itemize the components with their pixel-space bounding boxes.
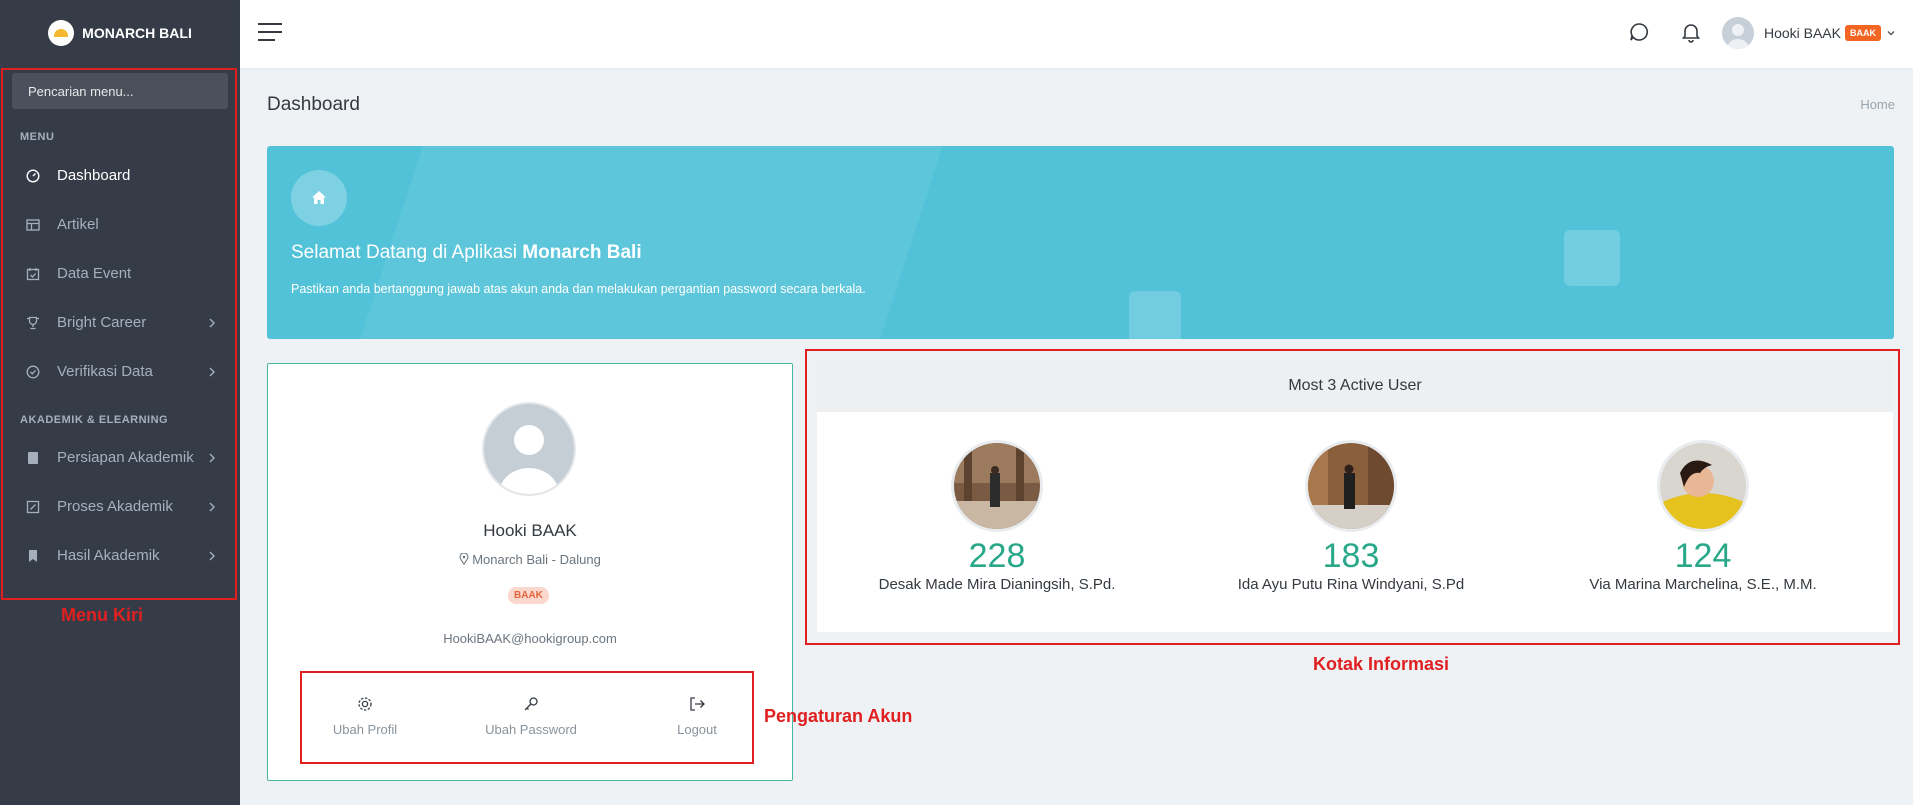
banner-title-brand: Monarch Bali [522, 242, 642, 263]
role-badge: BAAK [1845, 25, 1881, 41]
avatar [1721, 17, 1754, 49]
map-pin-icon [459, 552, 469, 565]
page-title: Dashboard [267, 94, 360, 115]
annotation-menu-kiri: Menu Kiri [61, 605, 144, 625]
role-badge: BAAK [508, 587, 549, 604]
topbar: Hooki BAAK BAAK [240, 0, 1913, 68]
profile-location-text: Monarch Bali - Dalung [472, 552, 601, 567]
hamburger-menu-icon[interactable] [257, 22, 283, 42]
welcome-banner: Selamat Datang di Aplikasi Monarch Bali … [267, 146, 1894, 339]
user-menu[interactable]: Hooki BAAK BAAK [1721, 17, 1895, 49]
home-icon [291, 170, 347, 226]
annotation-box-menu-kiri [1, 68, 237, 600]
brand[interactable]: MONARCH BALI [0, 0, 240, 66]
breadcrumb[interactable]: Home [1860, 97, 1895, 112]
profile-location: Monarch Bali - Dalung [268, 552, 792, 567]
bell-icon[interactable] [1680, 21, 1702, 43]
chat-icon[interactable] [1628, 21, 1650, 43]
banner-message: Pastikan anda bertanggung jawab atas aku… [291, 282, 866, 296]
banner-title-text: Selamat Datang di Aplikasi [291, 242, 523, 263]
user-name: Hooki BAAK [1763, 25, 1841, 41]
annotation-box-kotak-informasi [805, 349, 1900, 645]
banner-title: Selamat Datang di Aplikasi Monarch Bali [291, 242, 642, 264]
chevron-down-icon [1887, 31, 1895, 36]
banner-decoration [1564, 230, 1620, 286]
brand-logo-icon [48, 20, 75, 46]
brand-name: MONARCH BALI [82, 25, 192, 41]
annotation-kotak-informasi: Kotak Informasi [1313, 654, 1450, 674]
profile-avatar [482, 402, 576, 496]
profile-email: HookiBAAK@hookigroup.com [443, 631, 617, 646]
profile-name: Hooki BAAK [483, 521, 577, 540]
banner-decoration [1129, 291, 1181, 339]
annotation-pengaturan-akun: Pengaturan Akun [764, 706, 913, 726]
annotation-box-pengaturan-akun [300, 671, 754, 764]
